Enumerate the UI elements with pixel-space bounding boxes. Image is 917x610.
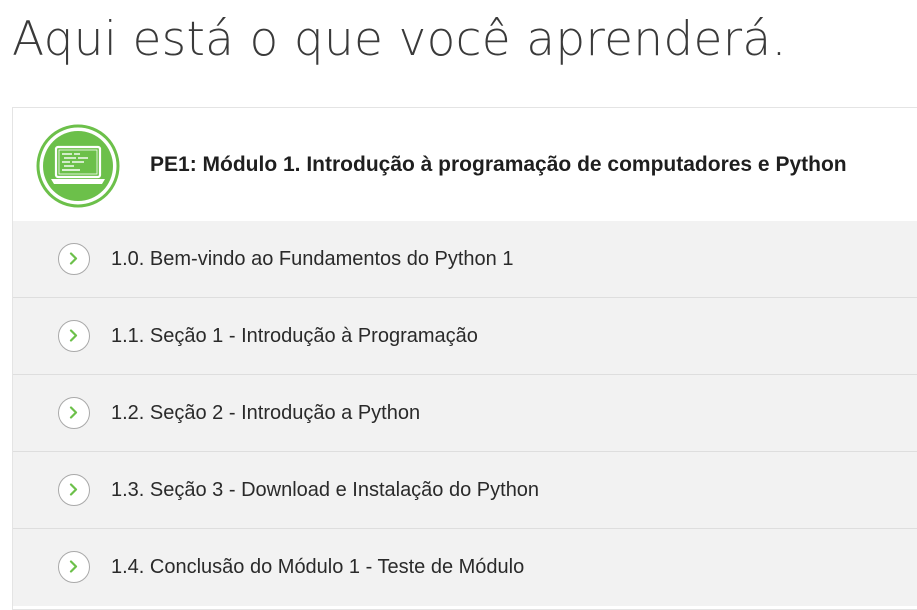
lesson-item-1-2[interactable]: 1.2. Seção 2 - Introdução a Python [13, 375, 917, 452]
lesson-item-1-3[interactable]: 1.3. Seção 3 - Download e Instalação do … [13, 452, 917, 529]
lesson-label: 1.3. Seção 3 - Download e Instalação do … [111, 479, 540, 501]
lesson-label: 1.1. Seção 1 - Introdução à Programação [111, 325, 478, 347]
chevron-right-icon[interactable] [58, 243, 90, 275]
lesson-item-1-1[interactable]: 1.1. Seção 1 - Introdução à Programação [13, 298, 917, 375]
module-title: PE1: Módulo 1. Introdução à programação … [150, 153, 847, 176]
module-card: PE1: Módulo 1. Introdução à programação … [12, 107, 917, 610]
page-title: Aqui está o que você aprenderá. [12, 12, 787, 67]
laptop-code-icon [36, 124, 120, 208]
lesson-label: 1.2. Seção 2 - Introdução a Python [111, 402, 421, 424]
chevron-right-icon[interactable] [58, 551, 90, 583]
chevron-right-icon[interactable] [58, 397, 90, 429]
chevron-right-icon[interactable] [58, 474, 90, 506]
lesson-list: 1.0. Bem-vindo ao Fundamentos do Python … [13, 221, 917, 606]
chevron-right-icon[interactable] [58, 320, 90, 352]
lesson-item-1-4[interactable]: 1.4. Conclusão do Módulo 1 - Teste de Mó… [13, 529, 917, 606]
lesson-item-1-0[interactable]: 1.0. Bem-vindo ao Fundamentos do Python … [13, 221, 917, 298]
lesson-label: 1.0. Bem-vindo ao Fundamentos do Python … [111, 248, 514, 270]
module-header: PE1: Módulo 1. Introdução à programação … [13, 108, 917, 221]
lesson-label: 1.4. Conclusão do Módulo 1 - Teste de Mó… [111, 556, 525, 578]
